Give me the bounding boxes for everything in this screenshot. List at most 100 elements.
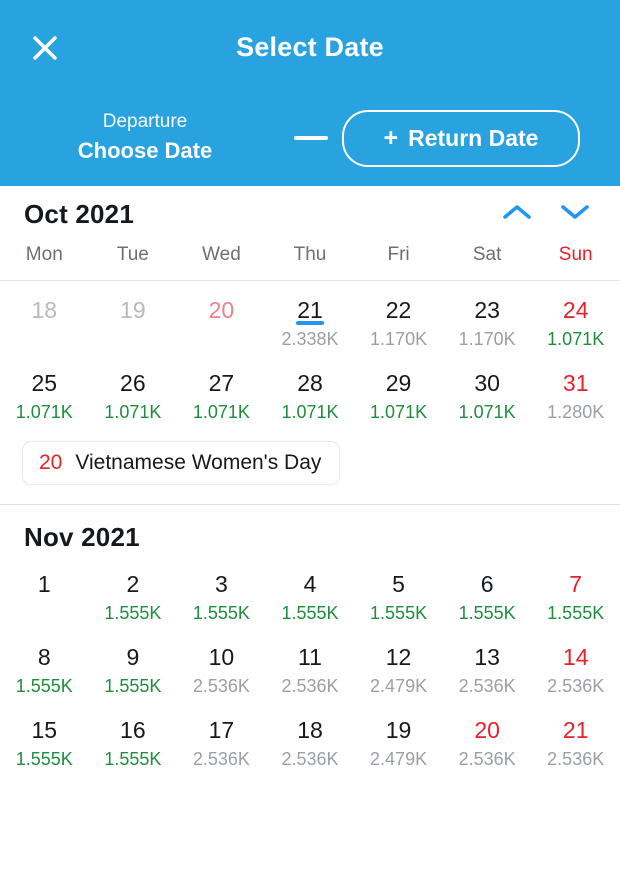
day-number: 18: [31, 297, 58, 323]
day-price: 1.555K: [104, 603, 162, 623]
day-price: 1.071K: [15, 402, 73, 422]
day-number: 10: [208, 644, 235, 670]
day-cell[interactable]: 4 1.555K: [266, 569, 355, 628]
close-icon: [29, 32, 61, 64]
day-price: 1.071K: [547, 329, 605, 349]
day-cell[interactable]: 13 2.536K: [443, 642, 532, 701]
day-cell[interactable]: 12 2.479K: [354, 642, 443, 701]
day-price: 1.555K: [458, 603, 516, 623]
day-number: 3: [215, 571, 228, 597]
day-cell[interactable]: 1: [0, 569, 89, 628]
day-cell[interactable]: 11 2.536K: [266, 642, 355, 701]
day-cell: 20: [177, 295, 266, 354]
day-price: 1.555K: [370, 603, 428, 623]
day-cell[interactable]: 9 1.555K: [89, 642, 178, 701]
day-cell[interactable]: 19 2.479K: [354, 715, 443, 774]
months-container: Oct 2021 Mon Tue Wed Thu Fri Sat Sun 18 19 20 21…: [0, 186, 620, 774]
month-header: Nov 2021: [0, 505, 620, 555]
calendar-body[interactable]: Oct 2021 Mon Tue Wed Thu Fri Sat Sun 18 19 20 21…: [0, 186, 620, 774]
day-number: 31: [562, 370, 589, 396]
header-top-bar: Select Date: [0, 0, 620, 95]
day-price: 2.536K: [547, 749, 605, 769]
day-price: 2.536K: [192, 749, 250, 769]
week-row: 18 19 20 21 2.338K 22 1.170K 23 1.170K 24 1.071…: [0, 281, 620, 354]
add-return-date-button[interactable]: + Return Date: [342, 109, 580, 167]
departure-field[interactable]: Departure Choose Date: [0, 110, 290, 166]
day-price: 2.536K: [281, 749, 339, 769]
departure-value: Choose Date: [77, 138, 213, 163]
day-cell[interactable]: 29 1.071K: [354, 368, 443, 427]
day-cell[interactable]: 26 1.071K: [89, 368, 178, 427]
weekday-label-wed: Wed: [202, 244, 241, 265]
day-cell[interactable]: 5 1.555K: [354, 569, 443, 628]
day-number: 9: [126, 644, 140, 670]
day-cell[interactable]: 21 2.536K: [531, 715, 620, 774]
day-number: 12: [385, 644, 412, 670]
day-cell[interactable]: 21 2.338K: [266, 295, 355, 354]
weekday-label-tue: Tue: [116, 244, 149, 265]
chevron-up-icon[interactable]: [502, 202, 532, 227]
day-cell[interactable]: 2 1.555K: [89, 569, 178, 628]
day-number: 11: [298, 644, 322, 670]
day-cell[interactable]: 8 1.555K: [0, 642, 89, 701]
day-price: 1.071K: [281, 402, 339, 422]
holiday-day-number: 20: [39, 451, 63, 474]
day-number: 8: [37, 644, 51, 670]
day-cell[interactable]: 15 1.555K: [0, 715, 89, 774]
day-cell[interactable]: 30 1.071K: [443, 368, 532, 427]
day-cell[interactable]: 31 1.280K: [531, 368, 620, 427]
day-number: 15: [31, 717, 58, 743]
day-cell: 19: [89, 295, 178, 354]
day-price: 2.479K: [370, 676, 428, 696]
month-header: Oct 2021: [0, 186, 620, 238]
day-cell[interactable]: 20 2.536K: [443, 715, 532, 774]
day-number: 29: [385, 370, 412, 396]
day-number: 24: [562, 297, 589, 323]
day-price: 1.170K: [458, 329, 516, 349]
day-number: 25: [31, 370, 58, 396]
day-cell[interactable]: 10 2.536K: [177, 642, 266, 701]
day-cell[interactable]: 17 2.536K: [177, 715, 266, 774]
chevron-down-icon[interactable]: [560, 202, 590, 227]
day-price: 1.071K: [370, 402, 428, 422]
day-number: 22: [385, 297, 412, 323]
day-number: 16: [120, 717, 146, 743]
day-number: 14: [562, 644, 589, 670]
day-cell[interactable]: 6 1.555K: [443, 569, 532, 628]
weekday-header: Mon Tue Wed Thu Fri Sat Sun: [0, 238, 620, 281]
day-number: 6: [480, 571, 494, 597]
month-title: Nov 2021: [24, 522, 140, 552]
holiday-name: Vietnamese Women's Day: [75, 451, 322, 474]
day-number: 13: [474, 644, 500, 670]
close-button[interactable]: [22, 25, 68, 71]
day-number: 5: [392, 571, 405, 597]
day-price: 1.555K: [104, 676, 162, 696]
day-number: 7: [569, 571, 583, 597]
week-row: 1 2 1.555K 3 1.555K 4 1.555K 5 1.555K 6 1.555K 7 1.…: [0, 555, 620, 628]
day-cell[interactable]: 16 1.555K: [89, 715, 178, 774]
day-price: 2.536K: [281, 676, 339, 696]
day-cell[interactable]: 22 1.170K: [354, 295, 443, 354]
date-range-dash-icon: [294, 136, 328, 140]
week-row: 15 1.555K 16 1.555K 17 2.536K 18 2.536K 19 2.479K…: [0, 701, 620, 774]
day-price: 2.536K: [547, 676, 605, 696]
day-number: 20: [474, 717, 500, 743]
weekday-label-fri: Fri: [387, 244, 410, 265]
day-cell[interactable]: 25 1.071K: [0, 368, 89, 427]
day-cell[interactable]: 3 1.555K: [177, 569, 266, 628]
day-price: 1.071K: [458, 402, 516, 422]
weekday-label-sun: Sun: [558, 244, 593, 265]
day-cell[interactable]: 23 1.170K: [443, 295, 532, 354]
day-number: 27: [208, 370, 235, 396]
day-cell[interactable]: 18 2.536K: [266, 715, 355, 774]
day-cell[interactable]: 28 1.071K: [266, 368, 355, 427]
page-title: Select Date: [236, 32, 384, 62]
day-cell[interactable]: 14 2.536K: [531, 642, 620, 701]
day-cell[interactable]: 7 1.555K: [531, 569, 620, 628]
day-price: 1.555K: [547, 603, 605, 623]
week-row: 25 1.071K 26 1.071K 27 1.071K 28 1.071K 29 1.071K…: [0, 354, 620, 427]
day-cell[interactable]: 27 1.071K: [177, 368, 266, 427]
day-price: 2.536K: [192, 676, 250, 696]
trip-date-selector: Departure Choose Date + Return Date: [0, 95, 620, 181]
day-cell[interactable]: 24 1.071K: [531, 295, 620, 354]
